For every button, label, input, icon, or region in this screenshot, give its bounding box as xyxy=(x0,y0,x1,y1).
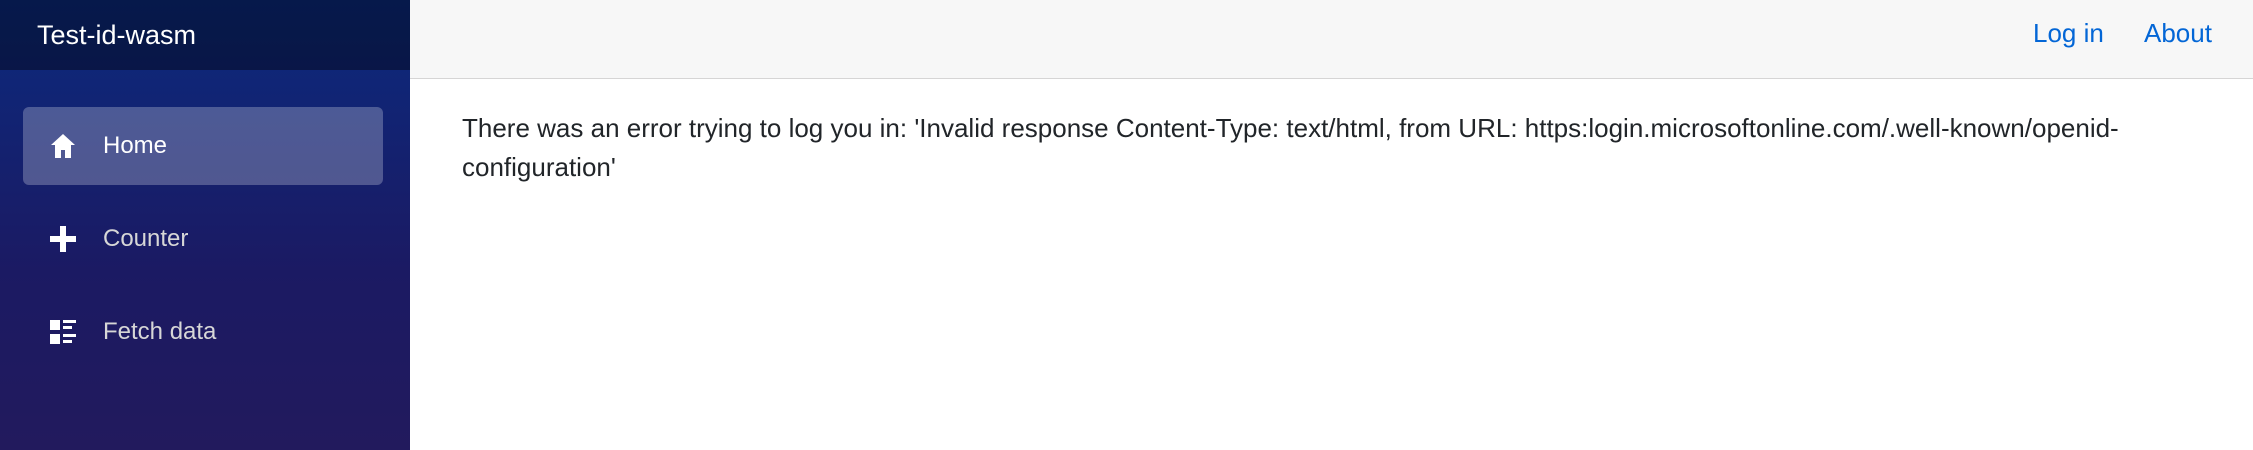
list-icon xyxy=(48,317,78,347)
nav-menu: Home Counter Fetch data xyxy=(0,107,410,371)
nav-item-home[interactable]: Home xyxy=(23,107,383,185)
home-icon xyxy=(48,131,78,161)
brand-bar: Test-id-wasm xyxy=(0,0,410,70)
error-message: There was an error trying to log you in:… xyxy=(462,113,2119,182)
sidebar: Test-id-wasm Home Counter Fetch data xyxy=(0,0,410,450)
about-link[interactable]: About xyxy=(2144,18,2212,49)
login-link[interactable]: Log in xyxy=(2033,18,2104,49)
nav-item-counter[interactable]: Counter xyxy=(23,200,383,278)
nav-item-fetch-data[interactable]: Fetch data xyxy=(23,293,383,371)
nav-item-label: Fetch data xyxy=(103,318,217,345)
brand-link[interactable]: Test-id-wasm xyxy=(37,20,196,51)
nav-item-label: Counter xyxy=(103,225,189,252)
plus-icon xyxy=(48,224,78,254)
nav-item-label: Home xyxy=(103,132,168,159)
top-row: Log in About xyxy=(410,0,2253,79)
